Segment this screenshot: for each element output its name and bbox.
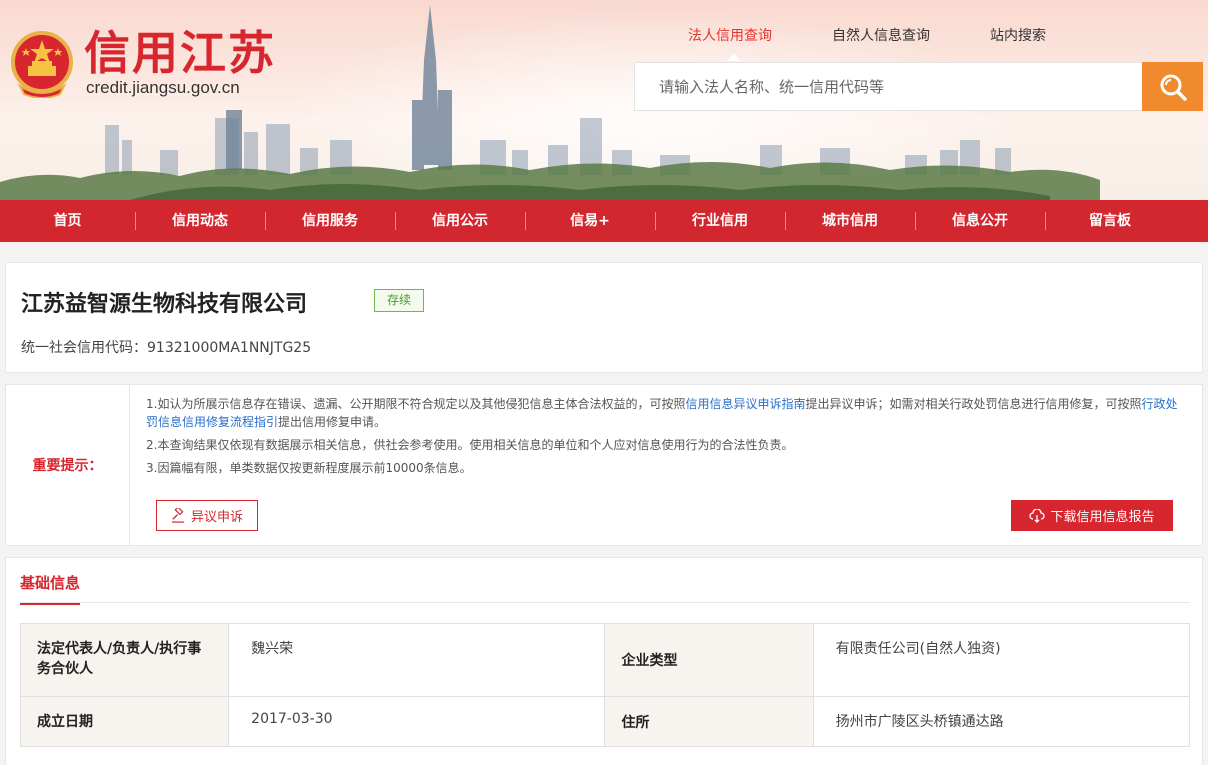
notice-body: 1.如认为所展示信息存在错误、遗漏、公开期限不符合规定以及其他侵犯信息主体合法权… [146, 395, 1186, 482]
tab-natural-person-info[interactable]: 自然人信息查询 [832, 25, 930, 45]
basic-info-table: 法定代表人/负责人/执行事务合伙人 魏兴荣 企业类型 有限责任公司(自然人独资)… [19, 623, 1191, 747]
founded-date-label: 成立日期 [19, 696, 230, 747]
founded-date-value: 2017-03-30 [228, 696, 606, 747]
notice-label: 重要提示： [6, 385, 130, 545]
nav-item-xinyi-plus[interactable]: 信易+ [525, 200, 655, 242]
nav-item-credit-publicity[interactable]: 信用公示 [395, 200, 525, 242]
credit-code-label: 统一社会信用代码： [21, 340, 147, 356]
notice-text: 提出异议申诉；如需对相关行政处罚信息进行信用修复，可按照 [805, 397, 1142, 411]
national-emblem-icon [11, 31, 73, 98]
appeal-guide-link[interactable]: 信用信息异议申诉指南 [685, 397, 805, 411]
nav-item-home[interactable]: 首页 [0, 200, 135, 242]
table-row: 成立日期 2017-03-30 住所 扬州市广陵区头桥镇通达路 [19, 696, 1191, 747]
table-row: 法定代表人/负责人/执行事务合伙人 魏兴荣 企业类型 有限责任公司(自然人独资) [19, 623, 1191, 697]
notice-item-2: 2.本查询结果仅依现有数据展示相关信息，供社会参考使用。使用相关信息的单位和个人… [146, 438, 794, 452]
basic-info-title[interactable]: 基础信息 [20, 572, 81, 605]
nav-item-industry-credit[interactable]: 行业信用 [655, 200, 785, 242]
appeal-button-label: 异议申诉 [190, 510, 243, 525]
notice-text: 提出信用修复申请。 [278, 415, 387, 429]
notice-text: 1.如认为所展示信息存在错误、遗漏、公开期限不符合规定以及其他侵犯信息主体合法权… [146, 397, 686, 411]
address-value: 扬州市广陵区头桥镇通达路 [812, 696, 1191, 747]
search-box [634, 62, 1143, 111]
search-icon [1160, 74, 1187, 101]
credit-code: 统一社会信用代码：91321000MA1NNJTG25 [21, 337, 311, 357]
company-name: 江苏益智源生物科技有限公司 [21, 292, 308, 317]
basic-info-panel: 基础信息 法定代表人/负责人/执行事务合伙人 魏兴荣 企业类型 有限责任公司(自… [5, 557, 1203, 765]
active-tab-indicator [727, 54, 741, 61]
status-badge: 存续 [374, 289, 424, 312]
tab-site-search[interactable]: 站内搜索 [990, 25, 1046, 45]
company-type-label: 企业类型 [604, 623, 814, 697]
nav-item-credit-news[interactable]: 信用动态 [135, 200, 265, 242]
address-label: 住所 [604, 696, 814, 747]
legal-rep-label: 法定代表人/负责人/执行事务合伙人 [19, 623, 230, 697]
company-panel: 江苏益智源生物科技有限公司 存续 统一社会信用代码：91321000MA1NNJ… [5, 262, 1203, 373]
search-tabs: 法人信用查询 自然人信息查询 站内搜索 [688, 25, 1106, 45]
nav-item-info-disclosure[interactable]: 信息公开 [915, 200, 1045, 242]
main-nav: 首页 信用动态 信用服务 信用公示 信易+ 行业信用 城市信用 信息公开 留言板 [0, 200, 1208, 242]
nav-item-city-credit[interactable]: 城市信用 [785, 200, 915, 242]
notice-item-3: 3.因篇幅有限，单类数据仅按更新程度展示前10000条信息。 [146, 461, 472, 475]
company-type-value: 有限责任公司(自然人独资) [812, 623, 1191, 697]
header-banner: 信用江苏 credit.jiangsu.gov.cn 法人信用查询 自然人信息查… [0, 0, 1208, 200]
download-report-button[interactable]: 下载信用信息报告 [1011, 500, 1173, 531]
legal-rep-value: 魏兴荣 [228, 623, 606, 697]
search-input[interactable] [635, 63, 1143, 110]
nav-item-message-board[interactable]: 留言板 [1045, 200, 1175, 242]
site-domain: credit.jiangsu.gov.cn [86, 78, 240, 97]
download-button-label: 下载信用信息报告 [1050, 510, 1155, 525]
nav-item-credit-service[interactable]: 信用服务 [265, 200, 395, 242]
tab-legal-person-credit[interactable]: 法人信用查询 [688, 25, 772, 45]
notice-panel: 重要提示： 1.如认为所展示信息存在错误、遗漏、公开期限不符合规定以及其他侵犯信… [5, 384, 1203, 546]
divider [20, 602, 1190, 603]
cloud-download-icon [1029, 508, 1046, 523]
notice-item-1: 1.如认为所展示信息存在错误、遗漏、公开期限不符合规定以及其他侵犯信息主体合法权… [146, 395, 1186, 431]
site-title[interactable]: 信用江苏 [84, 28, 276, 78]
gavel-icon [171, 508, 185, 523]
search-button[interactable] [1142, 62, 1203, 111]
appeal-button[interactable]: 异议申诉 [156, 500, 258, 531]
credit-code-value: 91321000MA1NNJTG25 [147, 340, 312, 356]
